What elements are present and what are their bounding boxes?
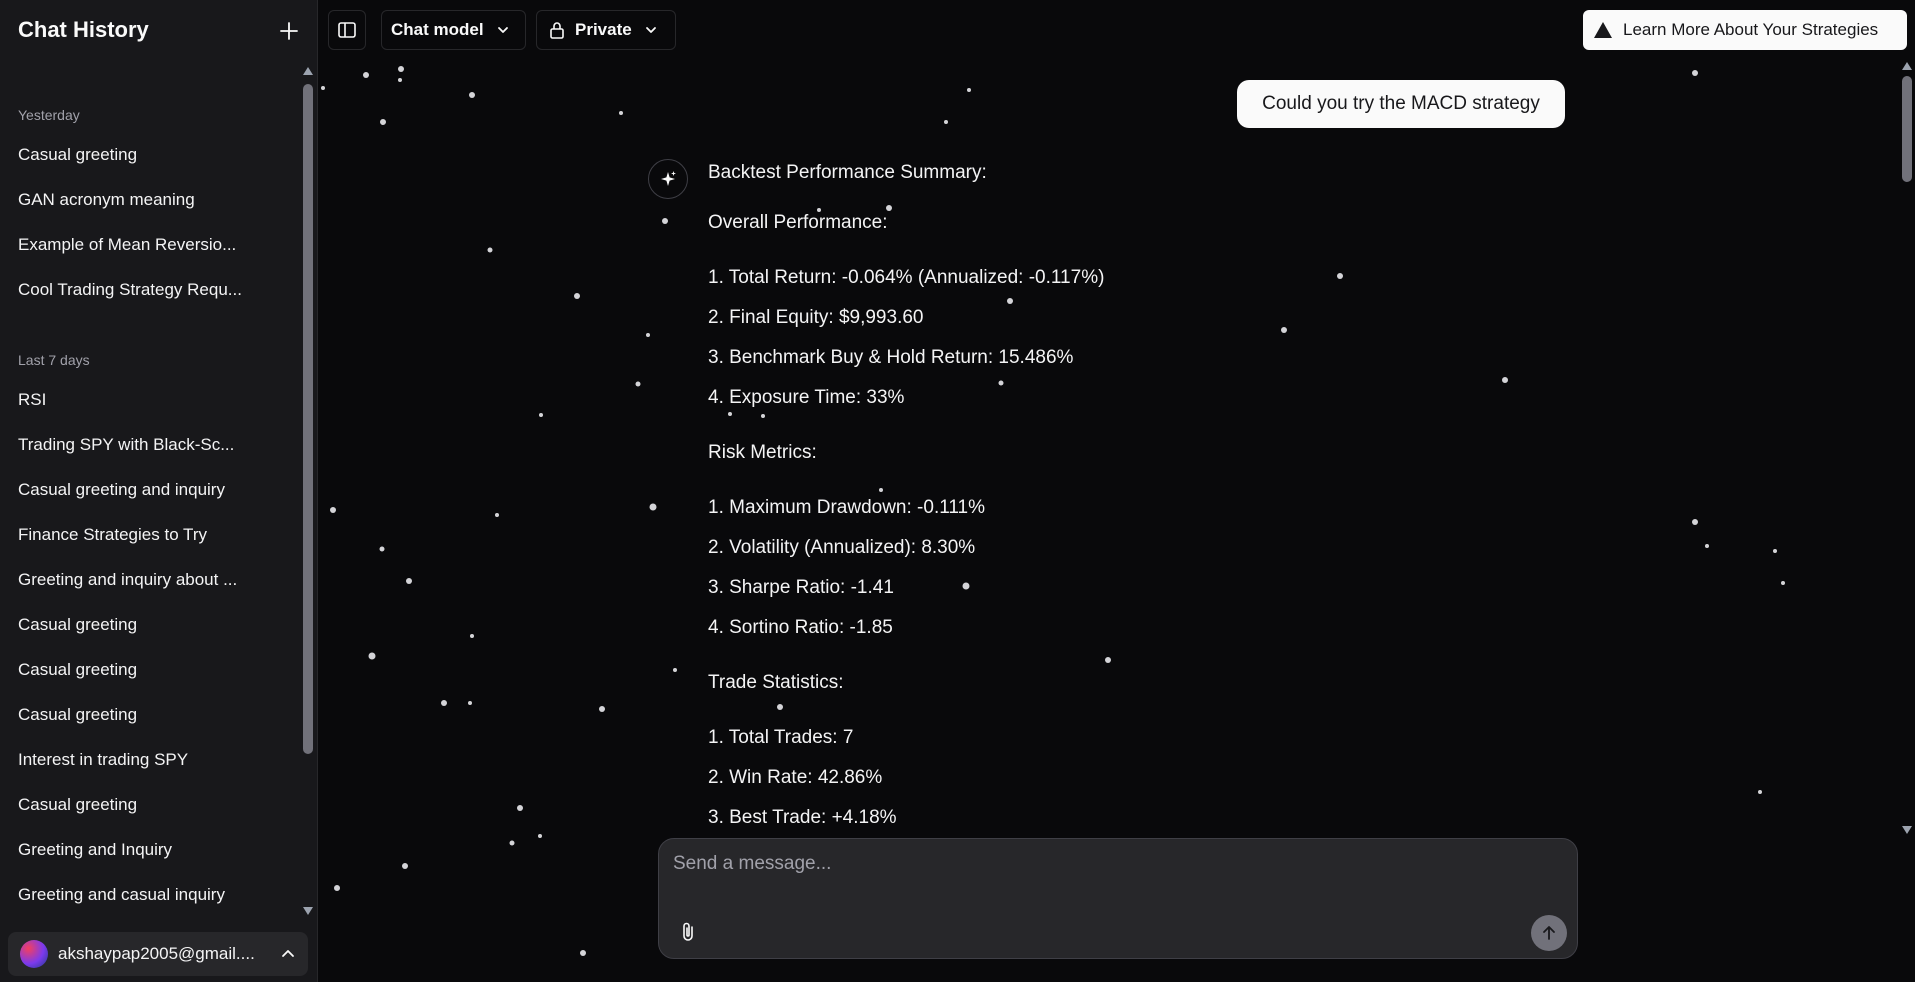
chat-history-item-label: Interest in trading SPY	[18, 750, 189, 769]
chat-history-item-label: Finance Strategies to Try	[18, 525, 207, 544]
model-selector-button[interactable]: Chat model	[381, 10, 526, 50]
chevron-up-icon	[282, 950, 294, 957]
section-label-yesterday: Yesterday	[18, 107, 80, 123]
chat-history-item[interactable]: Greeting and casual inquiry	[8, 877, 288, 913]
assistant-list-item: 3. Sharpe Ratio: -1.41	[708, 577, 894, 598]
visibility-label: Private	[575, 20, 632, 39]
chat-history-item[interactable]: Trading SPY with Black-Sc...	[8, 427, 288, 463]
chat-history-item-label: Casual greeting	[18, 705, 138, 724]
chevron-down-icon	[645, 27, 656, 33]
chat-history-item[interactable]: Casual greeting	[8, 652, 288, 688]
app-root: Chat History Yesterday Casual greeting G…	[0, 0, 1915, 982]
plus-icon	[280, 22, 298, 40]
chat-main: Chat model Private Learn More About Your…	[319, 0, 1915, 982]
chat-history-item[interactable]: Casual greeting	[8, 697, 288, 733]
chat-history-item[interactable]: Casual greeting	[8, 137, 288, 173]
chat-history-item[interactable]: Greeting and inquiry about ...	[8, 562, 288, 598]
sidebar-toggle-icon	[338, 22, 356, 38]
section-label-last-7-days: Last 7 days	[18, 352, 90, 368]
user-message-text: Could you try the MACD strategy	[1262, 93, 1540, 114]
triangle-icon	[1594, 22, 1612, 38]
assistant-list-item: 1. Total Trades: 7	[708, 727, 854, 748]
new-chat-button[interactable]	[274, 16, 304, 46]
learn-more-button[interactable]: Learn More About Your Strategies	[1583, 10, 1907, 50]
learn-more-label: Learn More About Your Strategies	[1623, 20, 1879, 39]
chat-history-item-label: Casual greeting	[18, 660, 138, 679]
chat-history-item[interactable]: Interest in trading SPY	[8, 742, 288, 778]
assistant-list-item: 3. Benchmark Buy & Hold Return: 15.486%	[708, 347, 1074, 368]
assistant-list-item: 2. Final Equity: $9,993.60	[708, 307, 924, 328]
sidebar-scroll-thumb[interactable]	[303, 84, 313, 754]
user-email: akshaypap2005@gmail....	[58, 944, 255, 963]
send-button[interactable]	[1531, 915, 1567, 951]
assistant-list-item: 4. Exposure Time: 33%	[708, 387, 905, 408]
chat-history-item[interactable]: Casual greeting and inquiry	[8, 472, 288, 508]
chat-history-item[interactable]: Casual greeting	[8, 607, 288, 643]
sidebar-header: Chat History	[0, 0, 318, 62]
scroll-up-arrow-icon[interactable]	[1902, 62, 1912, 70]
chat-history-item[interactable]: Example of Mean Reversio...	[8, 227, 288, 263]
chat-history-item-label: Casual greeting	[18, 795, 138, 814]
avatar	[20, 940, 48, 968]
assistant-avatar	[648, 159, 688, 199]
assistant-heading: Backtest Performance Summary:	[708, 162, 987, 183]
chat-history-item[interactable]: GAN acronym meaning	[8, 182, 288, 218]
message-composer	[658, 838, 1578, 959]
sidebar-toggle-button[interactable]	[328, 10, 366, 50]
chat-history-item[interactable]: RSI	[8, 382, 288, 418]
chat-history-item-label: Greeting and Inquiry	[18, 840, 173, 859]
assistant-list-item: 2. Win Rate: 42.86%	[708, 767, 883, 788]
chat-history-item-label: Casual greeting	[18, 615, 138, 634]
sparkles-icon	[661, 171, 676, 186]
chat-history-item[interactable]: Casual greeting	[8, 787, 288, 823]
scroll-down-arrow-icon[interactable]	[1902, 826, 1912, 834]
starfield-background	[321, 66, 1785, 956]
chat-history-item-label: Trading SPY with Black-Sc...	[18, 435, 235, 454]
chat-history-item-label: Cool Trading Strategy Requ...	[18, 280, 242, 299]
chat-history-item-label: RSI	[18, 390, 47, 409]
message-input[interactable]	[673, 853, 1563, 913]
user-message-bubble: Could you try the MACD strategy	[1237, 80, 1565, 128]
sidebar-title: Chat History	[18, 17, 149, 42]
assistant-subheading: Risk Metrics:	[708, 442, 817, 463]
sidebar-scrollbar[interactable]	[300, 62, 316, 920]
user-account-button[interactable]: akshaypap2005@gmail....	[8, 932, 308, 976]
assistant-list-item: 3. Best Trade: +4.18%	[708, 807, 897, 828]
chat-scroll-thumb[interactable]	[1902, 76, 1912, 182]
lock-icon	[550, 22, 564, 39]
chevron-down-icon	[497, 27, 508, 33]
chat-history-item-label: Casual greeting	[18, 145, 138, 164]
sidebar: Chat History Yesterday Casual greeting G…	[0, 0, 318, 982]
arrow-up-icon	[1543, 926, 1555, 940]
assistant-list-item: 1. Maximum Drawdown: -0.111%	[708, 497, 986, 518]
assistant-list-item: 2. Volatility (Annualized): 8.30%	[708, 537, 976, 558]
assistant-list-item: 4. Sortino Ratio: -1.85	[708, 617, 893, 638]
assistant-list-item: 1. Total Return: -0.064% (Annualized: -0…	[708, 267, 1105, 288]
attach-button[interactable]	[673, 917, 703, 947]
chat-history-item-label: GAN acronym meaning	[18, 190, 195, 209]
chat-history-item-label: Greeting and casual inquiry	[18, 885, 225, 904]
scroll-up-arrow-icon[interactable]	[303, 67, 313, 75]
chat-history-item-label: Example of Mean Reversio...	[18, 235, 237, 254]
model-selector-label: Chat model	[391, 20, 484, 39]
chat-history-item[interactable]: Greeting and Inquiry	[8, 832, 288, 868]
visibility-selector-button[interactable]: Private	[536, 10, 676, 50]
assistant-subheading: Trade Statistics:	[708, 672, 844, 693]
paperclip-icon	[683, 922, 693, 941]
chat-scrollbar[interactable]	[1899, 60, 1915, 836]
chat-history-item[interactable]: Finance Strategies to Try	[8, 517, 288, 553]
chat-history-item-label: Greeting and inquiry about ...	[18, 570, 238, 589]
chat-history-item[interactable]: Cool Trading Strategy Requ...	[8, 272, 288, 308]
chat-history-list: Yesterday Casual greeting GAN acronym me…	[0, 62, 300, 922]
assistant-subheading: Overall Performance:	[708, 212, 888, 233]
chat-history-item-label: Casual greeting and inquiry	[18, 480, 225, 499]
scroll-down-arrow-icon[interactable]	[303, 907, 313, 915]
